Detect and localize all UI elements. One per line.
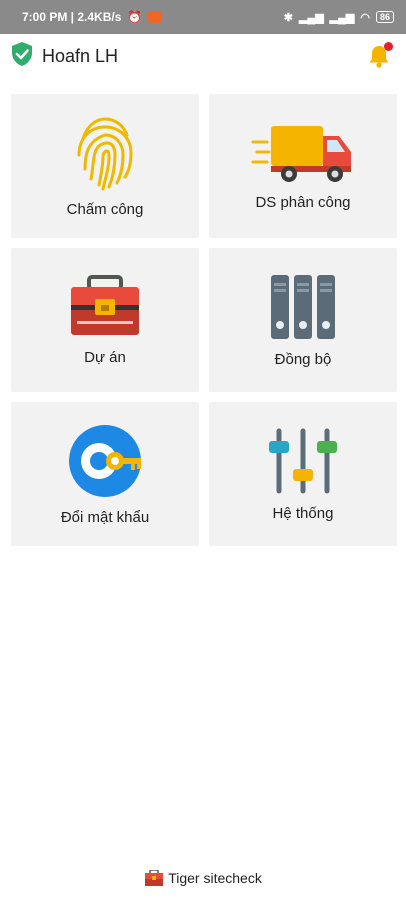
tile-label: Hệ thống [272, 504, 334, 522]
tile-label: Chấm công [66, 200, 144, 218]
tile-cham-cong[interactable]: Chấm công [11, 94, 199, 238]
notification-dot [384, 42, 393, 51]
status-right: ✱ ▂▄▆ ▂▄▆ ◠ 86 [284, 11, 394, 24]
tile-he-thong[interactable]: Hệ thống [209, 402, 397, 546]
wifi-icon: ◠ [360, 11, 370, 24]
tile-label: DS phân công [255, 193, 351, 211]
app-bar: Hoafn LH [0, 34, 406, 78]
sliders-icon [269, 428, 337, 493]
tile-label: Đồng bộ [274, 350, 332, 368]
status-time-speed: 7:00 PM | 2.4KB/s [22, 10, 122, 24]
signal-icon-2: ▂▄▆ [329, 11, 355, 24]
bluetooth-icon: ✱ [283, 11, 293, 24]
key-icon [69, 424, 141, 497]
battery-icon: 86 [375, 11, 394, 23]
tile-label: Dự án [84, 348, 126, 366]
status-bar: 7:00 PM | 2.4KB/s ⏰ ✱ ▂▄▆ ▂▄▆ ◠ 86 [0, 0, 406, 34]
notification-app-icon [148, 11, 163, 23]
footer-label: Tiger sitecheck [168, 870, 262, 886]
shield-check-icon [10, 41, 34, 72]
server-binders-icon [271, 274, 335, 339]
menu-grid: Chấm công DS phân công Dự án Đồng bộ Đổi… [0, 78, 406, 546]
alarm-icon: ⏰ [127, 10, 143, 24]
signal-icon: ▂▄▆ [298, 11, 324, 24]
status-left: 7:00 PM | 2.4KB/s ⏰ [22, 10, 163, 24]
tile-du-an[interactable]: Dự án [11, 248, 199, 392]
toolbox-small-icon [145, 870, 164, 886]
tile-label: Đổi mật khẩu [60, 508, 150, 526]
tile-doi-mat-khau[interactable]: Đổi mật khẩu [11, 402, 199, 546]
fingerprint-icon [77, 116, 133, 190]
app-title: Hoafn LH [42, 45, 119, 66]
toolbox-icon [71, 274, 139, 335]
footer: Tiger sitecheck [0, 870, 406, 886]
tile-dong-bo[interactable]: Đồng bộ [209, 248, 397, 392]
tile-ds-phan-cong[interactable]: DS phân công [209, 94, 397, 238]
notification-button[interactable] [366, 42, 393, 69]
brand: Hoafn LH [10, 41, 118, 72]
delivery-truck-icon [251, 125, 351, 182]
